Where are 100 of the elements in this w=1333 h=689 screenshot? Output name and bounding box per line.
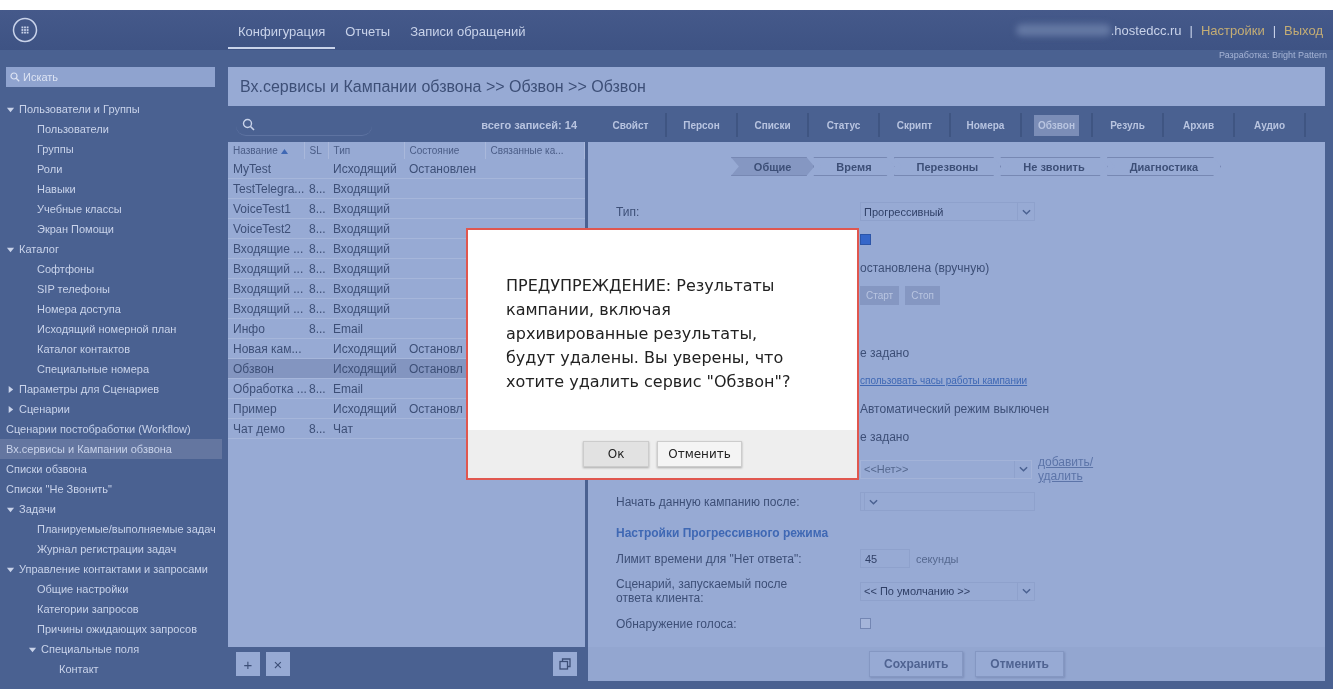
status-text: е задано xyxy=(860,345,910,360)
table-cell: Обзвон xyxy=(233,361,274,376)
sidebar-item[interactable]: Вх.сервисы и Кампании обзвона xyxy=(0,439,222,459)
tab[interactable]: Статус xyxy=(809,113,880,137)
dropdown[interactable]: << По умолчанию >> xyxy=(860,581,1035,601)
status-text: Автоматический режим выключен xyxy=(860,401,1050,416)
table-cell: Остановл xyxy=(409,401,463,416)
sidebar-item[interactable]: Пользователи и Группы xyxy=(0,99,222,119)
sidebar-item[interactable]: Параметры для Сценариев xyxy=(0,379,222,399)
sidebar-item[interactable]: Планируемые/выполняемые задач xyxy=(0,519,222,539)
sidebar-item[interactable]: Общие настройки xyxy=(0,579,222,599)
tab[interactable]: Списки xyxy=(738,113,809,137)
add-button[interactable]: + xyxy=(236,652,260,676)
tab[interactable]: Аудио xyxy=(1235,113,1306,137)
field-label: Тип: xyxy=(616,204,641,219)
table-cell: Исходящий xyxy=(333,401,397,416)
tab[interactable]: Архив xyxy=(1164,113,1235,137)
table-cell: Пример xyxy=(233,401,277,416)
delete-button[interactable]: × xyxy=(266,652,290,676)
table-cell: Входящие ... xyxy=(233,241,304,256)
sidebar-item[interactable]: Специальные поля xyxy=(0,639,222,659)
form-button[interactable]: Отменить xyxy=(975,651,1064,677)
table-cell: Чат демо xyxy=(233,421,285,436)
sidebar-item[interactable]: Списки обзвона xyxy=(0,459,222,479)
sidebar-item[interactable]: Контакт xyxy=(0,659,222,679)
timeout-field[interactable]: 45 xyxy=(860,549,910,568)
table-cell: 8... xyxy=(309,221,326,236)
tab[interactable]: Номера xyxy=(951,113,1022,137)
sidebar-item[interactable]: Категории запросов xyxy=(0,599,222,619)
table-cell: Инфо xyxy=(233,321,265,336)
table-cell: 8... xyxy=(309,381,326,396)
field-label: Обнаружение голоса: xyxy=(616,616,738,631)
dropdown[interactable]: Прогрессивный xyxy=(860,202,1035,221)
table-cell: Входящий ... xyxy=(233,301,304,316)
field-label: Начать данную кампанию после: xyxy=(616,494,801,509)
sidebar-item[interactable]: Роли xyxy=(0,159,222,179)
table-cell: 8... xyxy=(309,201,326,216)
column-header[interactable]: Состояние xyxy=(404,142,485,159)
sidebar-item[interactable]: Журнал регистрации задач xyxy=(0,539,222,559)
sidebar-item[interactable]: Учебные классы xyxy=(0,199,222,219)
domain-text: .hostedcc.ru xyxy=(1110,22,1182,38)
sidebar-item[interactable]: Списки "Не Звонить" xyxy=(0,479,222,499)
nav-tab[interactable]: Записи обращений xyxy=(400,11,536,49)
settings-link[interactable]: Настройки xyxy=(1200,22,1265,38)
sidebar-item[interactable]: Экран Помощи xyxy=(0,219,222,239)
window-button[interactable] xyxy=(553,652,577,676)
nav-tab[interactable]: Отчеты xyxy=(335,11,401,49)
wizard-step[interactable]: Перезвоны xyxy=(893,157,1002,176)
wizard-step[interactable]: Время xyxy=(813,157,895,176)
table-cell: 8... xyxy=(309,181,326,196)
sidebar-item[interactable]: Каталог контактов xyxy=(0,339,222,359)
credit-text: Разработка: Bright Pattern xyxy=(1219,50,1327,60)
table-cell: Исходящий xyxy=(333,161,397,176)
record-count: всего записей: 14 xyxy=(481,119,577,131)
sidebar-item[interactable]: Пользователи xyxy=(0,119,222,139)
column-header[interactable]: SL xyxy=(304,142,328,159)
sidebar-item[interactable]: Задачи xyxy=(0,499,222,519)
sidebar-item[interactable]: Навыки xyxy=(0,179,222,199)
tab[interactable]: Скрипт xyxy=(880,113,951,137)
sidebar-item[interactable]: Исходящий номерной план xyxy=(0,319,222,339)
sidebar-item[interactable]: Управление контактами и запросами xyxy=(0,559,222,579)
sort-icon xyxy=(280,149,288,154)
table-cell: Входящий xyxy=(333,261,390,276)
logo-icon xyxy=(12,17,38,43)
sidebar-item[interactable]: Группы xyxy=(0,139,222,159)
sidebar-item[interactable]: Софтфоны xyxy=(0,259,222,279)
dialog-button[interactable]: Отменить xyxy=(657,441,742,467)
table-cell: 8... xyxy=(309,301,326,316)
table-cell: 8... xyxy=(309,261,326,276)
caret-icon xyxy=(868,498,878,505)
table-cell: VoiceTest2 xyxy=(233,221,292,236)
form-button[interactable]: Сохранить xyxy=(869,651,964,677)
tab[interactable]: Персон xyxy=(667,113,738,137)
table-cell: Входящий xyxy=(333,181,390,196)
caret-icon xyxy=(1018,466,1028,472)
sidebar-item[interactable]: Причины ожидающих запросов xyxy=(0,619,222,639)
sidebar-item[interactable]: SIP телефоны xyxy=(0,279,222,299)
separator: | xyxy=(1272,22,1277,38)
sidebar-item[interactable]: Сценарии xyxy=(0,399,222,419)
tab[interactable]: Свойст xyxy=(596,113,667,137)
sidebar-item[interactable]: Сценарии постобработки (Workflow) xyxy=(0,419,222,439)
table-cell: Исходящий xyxy=(333,341,397,356)
section-heading: Настройки Прогрессивного режима xyxy=(616,526,830,540)
wizard-step[interactable]: Диагностика xyxy=(1106,157,1222,176)
tab[interactable]: Резуль xyxy=(1093,113,1164,137)
caret-icon xyxy=(1021,208,1031,215)
dialog-button[interactable]: Ок xyxy=(583,441,650,467)
logout-link[interactable]: Выход xyxy=(1284,22,1323,38)
table-cell: Новая кам... xyxy=(233,341,302,356)
column-header[interactable]: Тип xyxy=(328,142,404,159)
table-cell: Входящий xyxy=(333,241,390,256)
sidebar-item[interactable]: Номера доступа xyxy=(0,299,222,319)
checkbox[interactable] xyxy=(860,234,871,245)
wizard-step[interactable]: Общие xyxy=(730,157,815,176)
sidebar-item[interactable]: Специальные номера xyxy=(0,359,222,379)
hours-link[interactable]: спользовать часы работы кампании xyxy=(860,375,1028,386)
column-header[interactable]: Связанные ка... xyxy=(485,142,585,159)
wizard-step[interactable]: Не звонить xyxy=(1000,157,1108,176)
sidebar-item[interactable]: Каталог xyxy=(0,239,222,259)
nav-tab[interactable]: Конфигурация xyxy=(228,11,336,49)
